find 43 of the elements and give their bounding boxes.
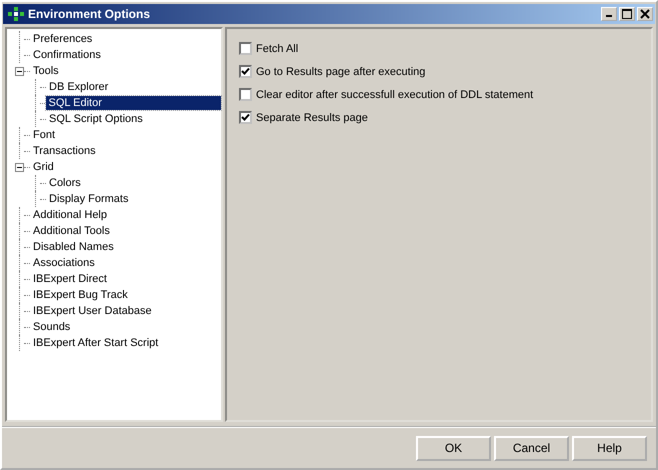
tree-item[interactable]: Confirmations (31, 48, 103, 62)
tree-item[interactable]: Preferences (31, 32, 94, 46)
tree-item[interactable]: Sounds (31, 320, 72, 334)
tree-item[interactable]: Transactions (31, 144, 98, 158)
checkbox[interactable] (239, 65, 252, 78)
checkbox-label[interactable]: Separate Results page (256, 112, 368, 124)
minimize-button[interactable] (601, 7, 617, 21)
checkbox[interactable] (239, 42, 252, 55)
tree-item[interactable]: Tools (31, 64, 61, 78)
check-icon (241, 113, 250, 122)
tree-item[interactable]: IBExpert After Start Script (31, 336, 160, 350)
maximize-icon (622, 9, 632, 19)
tree-item[interactable]: IBExpert User Database (31, 304, 154, 318)
close-button[interactable] (637, 7, 653, 21)
minimize-icon (606, 15, 612, 17)
help-button[interactable]: Help (572, 436, 647, 460)
tree-item[interactable]: Additional Tools (31, 224, 112, 238)
tree-item[interactable]: IBExpert Bug Track (31, 288, 130, 302)
tree-item[interactable]: Grid (31, 160, 56, 174)
tree-item[interactable]: Associations (31, 256, 97, 270)
cancel-button[interactable]: Cancel (494, 436, 569, 460)
app-icon (8, 7, 24, 21)
tree-item[interactable]: DB Explorer (47, 80, 110, 94)
checkbox-label[interactable]: Clear editor after successfull execution of DDL statement (256, 88, 534, 100)
tree-item[interactable]: IBExpert Direct (31, 272, 109, 286)
collapse-icon[interactable] (15, 162, 24, 172)
ok-button[interactable]: OK (416, 436, 491, 460)
tree-item[interactable]: Display Formats (47, 192, 130, 206)
window-title: Environment Options (28, 7, 152, 21)
tree-item[interactable]: SQL Script Options (47, 112, 145, 126)
tree-item[interactable]: Font (31, 128, 58, 142)
checkbox[interactable] (239, 111, 252, 124)
tree-item[interactable]: Disabled Names (31, 240, 116, 254)
maximize-button[interactable] (619, 7, 635, 21)
collapse-icon[interactable] (15, 66, 24, 76)
check-icon (241, 67, 250, 76)
checkbox-label[interactable]: Fetch All (256, 42, 298, 54)
close-icon (640, 9, 650, 19)
tree-item[interactable]: Additional Help (31, 208, 109, 222)
checkbox[interactable] (239, 88, 252, 101)
tree-item[interactable]: Colors (47, 176, 83, 190)
checkbox-label[interactable]: Go to Results page after executing (256, 66, 426, 78)
tree-item[interactable]: SQL Editor (46, 96, 222, 110)
